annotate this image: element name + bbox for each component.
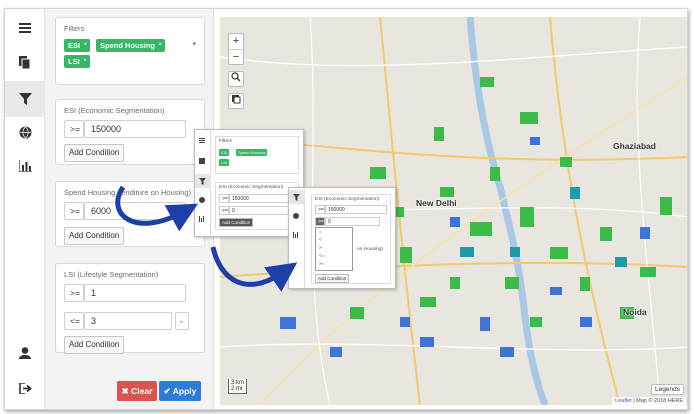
apply-label: Apply [172, 386, 197, 396]
lsi-value-input-2[interactable]: 3 [84, 312, 172, 330]
zoom-control: + − [228, 33, 244, 65]
inset2-operator-dropdown: = < > <= >= [315, 227, 353, 271]
app-window: Filters ESI × Spend Housing × LSI × ▾ ESI (… [4, 8, 688, 410]
filters-card: Filters ESI × Spend Housing × LSI × ▾ [55, 17, 205, 85]
map-label-new-delhi: New Delhi [416, 198, 457, 208]
dropdown-option: = [319, 230, 322, 235]
esi-operator-select[interactable]: >= [64, 120, 84, 138]
lsi-card: LSI (Lifestyle Segmentation) >= 1 <= 3 -… [55, 263, 205, 354]
dropdown-option: >= [319, 262, 325, 267]
dropdown-option: < [319, 238, 322, 243]
spend-housing-card: Spend Housing enditure on Housing) >= 60… [55, 181, 205, 247]
inset-icon-bar [195, 130, 211, 236]
inset2-esi-card: ESI (Economic Segmentation) >= 150000 >=… [311, 194, 391, 284]
inset-esi-card: ESI (Economic Segmentation) >= 150000 >=… [215, 182, 299, 230]
filter-panel: Filters ESI × Spend Housing × LSI × ▾ ESI (… [45, 9, 214, 409]
check-icon: ✔ [163, 386, 171, 396]
remove-tag-icon[interactable]: × [84, 39, 88, 52]
inset2-esi-title: ESI (Economic Segmentation) [315, 197, 380, 202]
inset2-icon-bar [289, 188, 305, 288]
clear-icon: ✖ [121, 386, 129, 396]
leaflet-link[interactable]: Leaflet [615, 398, 632, 404]
filters-title: Filters [64, 24, 85, 33]
map-label-noida: Noida [623, 307, 647, 317]
clear-label: Clear [131, 386, 153, 396]
menu-icon[interactable] [13, 17, 37, 39]
inset-value: 150000 [229, 194, 295, 203]
inset2-icons [289, 190, 305, 238]
spend-title-end: enditure on Housing) [121, 188, 192, 197]
inset-value-2: 0 [229, 206, 295, 215]
documents-icon[interactable] [13, 51, 37, 73]
scale-mi: 2 mi [231, 386, 243, 392]
inset-filters-title: Filters [219, 139, 233, 144]
lsi-title: LSI (Lifestyle Segmentation) [64, 270, 159, 279]
inset-tag-esi: ESI [219, 149, 230, 156]
inset-icons [195, 138, 211, 222]
filter-tag-esi[interactable]: ESI × [64, 39, 91, 52]
inset-operator: >= [219, 194, 229, 203]
zoom-in-button[interactable]: + [229, 34, 243, 49]
remove-tag-icon[interactable]: × [83, 55, 87, 68]
inset2-value-2: 0 [325, 217, 380, 226]
spend-operator-select[interactable]: >= [64, 202, 84, 220]
filter-tag-spend-housing[interactable]: Spend Housing × [96, 39, 165, 52]
inset2-operator: >= [315, 205, 325, 214]
clear-button[interactable]: ✖ Clear [117, 381, 157, 401]
inset-add-condition: Add Condition [219, 218, 254, 227]
inset2-side-text: on Housing) [357, 247, 383, 252]
bar-chart-icon[interactable] [13, 155, 37, 177]
map-attribution: Leaflet | Map © 2018 HERE [612, 397, 686, 405]
inset2-add-condition: Add Condition [315, 274, 350, 283]
layers-icon[interactable] [228, 93, 244, 109]
inset2-value: 150000 [325, 205, 387, 214]
spend-add-condition-button[interactable]: Add Condition [64, 227, 125, 245]
lsi-operator-select-1[interactable]: >= [64, 284, 84, 302]
remove-tag-icon[interactable]: × [158, 39, 162, 52]
inset-filters-card: Filters ESI Spend Housing LSI [215, 136, 299, 174]
icon-sidebar [5, 9, 45, 409]
filter-tag-lsi[interactable]: LSI × [64, 55, 90, 68]
esi-value-input[interactable]: 150000 [84, 120, 186, 138]
lsi-add-condition-button[interactable]: Add Condition [64, 336, 125, 354]
search-icon[interactable] [228, 71, 244, 87]
dropdown-option: > [319, 246, 322, 251]
logout-icon[interactable] [13, 377, 37, 399]
esi-title: ESI (Economic Segmentation) [64, 106, 165, 115]
dropdown-option: <= [319, 254, 325, 259]
apply-button[interactable]: ✔ Apply [159, 381, 201, 401]
lsi-operator-select-2[interactable]: <= [64, 312, 84, 330]
inset-tag-lsi: LSI [219, 159, 230, 166]
legends-button[interactable]: Legends [651, 384, 684, 395]
globe-icon[interactable] [13, 121, 37, 143]
lsi-value-input-1[interactable]: 1 [84, 284, 186, 302]
spend-value-input[interactable]: 6000 [84, 202, 186, 220]
zoom-out-button[interactable]: − [229, 49, 243, 64]
filter-tag-label: ESI [68, 41, 81, 50]
spend-housing-title: Spend Housing enditure on Housing) [64, 188, 191, 197]
map-scale: 3 km 2 mi [228, 379, 248, 394]
lsi-remove-condition-button[interactable]: - [175, 312, 189, 330]
chevron-down-icon[interactable]: ▾ [192, 40, 196, 48]
map-label-ghaziabad: Ghaziabad [613, 141, 656, 151]
user-icon[interactable] [13, 342, 37, 364]
esi-card: ESI (Economic Segmentation) >= 150000 Ad… [55, 99, 205, 165]
spend-title-start: Spend Housing [64, 188, 116, 197]
filter-tag-label: Spend Housing [100, 41, 155, 50]
inset-esi-title: ESI (Economic Segmentation) [219, 185, 284, 190]
filter-tag-label: LSI [68, 57, 80, 66]
inset-panel-2: ESI (Economic Segmentation) >= 150000 >=… [288, 187, 396, 289]
filter-icon[interactable] [5, 81, 45, 117]
attribution-text: | Map © 2018 HERE [633, 398, 683, 404]
inset-tag-spend-housing: Spend Housing [236, 149, 268, 156]
inset-operator-2: >= [219, 206, 229, 215]
inset2-operator-open: >= [315, 217, 325, 226]
esi-add-condition-button[interactable]: Add Condition [64, 144, 125, 162]
